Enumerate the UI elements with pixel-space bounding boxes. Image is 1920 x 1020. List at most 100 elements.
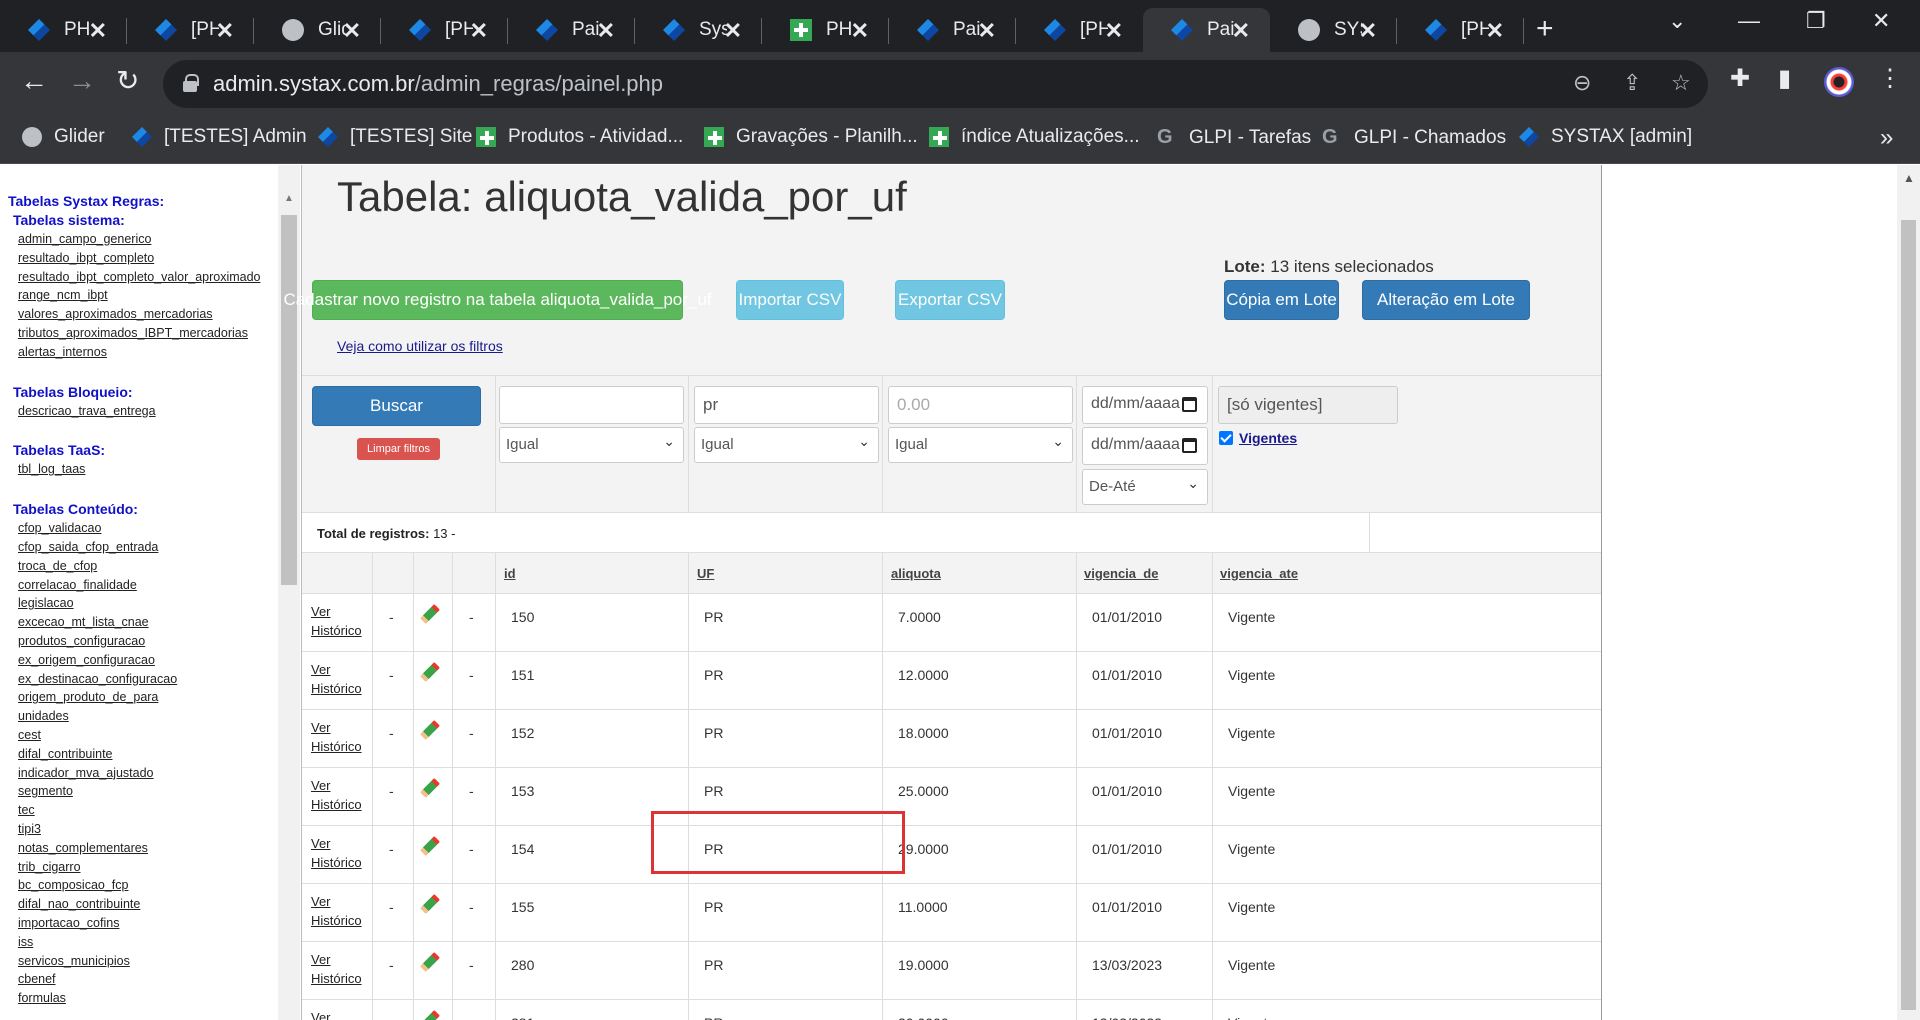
bookmark-item[interactable]: G GLPI - Tarefas	[1157, 126, 1311, 149]
tab-close-icon[interactable]: ✕	[597, 18, 615, 44]
side-panel-icon[interactable]: ▮	[1778, 64, 1791, 93]
sidebar-link[interactable]: trib_cigarro	[18, 858, 278, 877]
sidebar-link[interactable]: tributos_aproximados_IBPT_mercadorias	[18, 324, 278, 343]
bookmark-item[interactable]: SYSTAX [admin]	[1519, 126, 1692, 148]
sidebar-link[interactable]: resultado_ibpt_completo	[18, 249, 278, 268]
aliquota-filter-input[interactable]: 0.00	[888, 386, 1073, 424]
minimize-icon[interactable]: —	[1738, 8, 1760, 34]
tab-close-icon[interactable]: ✕	[1232, 18, 1250, 44]
sidebar-link[interactable]: excecao_mt_lista_cnae	[18, 613, 278, 632]
sidebar-link[interactable]: indicador_mva_ajustado	[18, 764, 278, 783]
sidebar-link[interactable]: legislacao	[18, 594, 278, 613]
checkbox-checked-icon[interactable]	[1219, 431, 1233, 445]
page-scroll-thumb[interactable]	[1901, 220, 1916, 1010]
sidebar-link[interactable]: descricao_trava_entrega	[18, 402, 278, 421]
browser-tab[interactable]: [PH ✕	[1016, 8, 1143, 52]
sidebar-link[interactable]: ex_origem_configuracao	[18, 651, 278, 670]
date-from-input[interactable]: dd/mm/aaaa	[1082, 386, 1208, 424]
uf-operator-select[interactable]: Igual ⌄	[694, 427, 879, 463]
view-history-link[interactable]: VerHistórico	[311, 892, 362, 930]
sidebar-link[interactable]: tec	[18, 801, 278, 820]
export-csv-button[interactable]: Exportar CSV	[895, 280, 1005, 320]
browser-tab[interactable]: PH ✕	[0, 8, 127, 52]
sidebar-link[interactable]: segmento	[18, 782, 278, 801]
column-header-aliquota[interactable]: aliquota	[891, 566, 941, 581]
page-scrollbar[interactable]: ▲	[1897, 165, 1920, 1020]
calendar-icon[interactable]	[1182, 438, 1197, 453]
scroll-up-icon[interactable]: ▲	[1903, 171, 1915, 185]
edit-pencil-icon[interactable]	[420, 604, 440, 624]
sidebar-scroll-thumb[interactable]	[281, 215, 297, 585]
sidebar-link[interactable]: origem_produto_de_para	[18, 688, 278, 707]
edit-pencil-icon[interactable]	[420, 836, 440, 856]
sidebar-link[interactable]: difal_contribuinte	[18, 745, 278, 764]
reload-icon[interactable]: ↻	[116, 66, 139, 96]
restore-icon[interactable]: ❐	[1806, 8, 1826, 34]
view-history-link[interactable]: VerHistórico	[311, 602, 362, 640]
vigentes-checkbox[interactable]: Vigentes	[1219, 430, 1297, 446]
browser-tab[interactable]: Glid✕	[254, 8, 381, 52]
browser-tab[interactable]: [PH ✕	[381, 8, 508, 52]
vigencia-ate-input[interactable]: [só vigentes]	[1218, 386, 1398, 424]
edit-pencil-icon[interactable]	[420, 952, 440, 972]
tab-close-icon[interactable]: ✕	[216, 18, 234, 44]
column-header-uf[interactable]: UF	[697, 566, 714, 581]
sidebar-link[interactable]: cfop_saida_cfop_entrada	[18, 538, 278, 557]
tab-close-icon[interactable]: ✕	[978, 18, 996, 44]
scroll-up-icon[interactable]: ▲	[284, 193, 294, 204]
tab-close-icon[interactable]: ✕	[89, 18, 107, 44]
bookmark-item[interactable]: índice Atualizações...	[929, 126, 1140, 148]
tab-close-icon[interactable]: ✕	[470, 18, 488, 44]
sidebar-link[interactable]: cest	[18, 726, 278, 745]
sidebar-link[interactable]: ex_destinacao_configuracao	[18, 670, 278, 689]
aliquota-operator-select[interactable]: Igual ⌄	[888, 427, 1073, 463]
sidebar-link[interactable]: resultado_ibpt_completo_valor_aproximado	[18, 268, 278, 287]
browser-tab[interactable]: Pai ✕	[889, 8, 1016, 52]
view-history-link[interactable]: VerHistórico	[311, 1008, 362, 1020]
sidebar-link[interactable]: troca_de_cfop	[18, 557, 278, 576]
bookmark-item[interactable]: Produtos - Atividad...	[476, 126, 683, 148]
date-to-input[interactable]: dd/mm/aaaa	[1082, 427, 1208, 465]
browser-tab[interactable]: Pai ✕	[508, 8, 635, 52]
sidebar-link[interactable]: admin_campo_generico	[18, 230, 278, 249]
tab-close-icon[interactable]: ✕	[1105, 18, 1123, 44]
sidebar-link[interactable]: tipi3	[18, 820, 278, 839]
view-history-link[interactable]: VerHistórico	[311, 718, 362, 756]
extensions-icon[interactable]: ✚	[1730, 64, 1750, 93]
id-filter-input[interactable]	[499, 386, 684, 424]
browser-tab[interactable]: PH ✕	[762, 8, 889, 52]
bookmark-item[interactable]: [TESTES] Site	[318, 126, 472, 148]
view-history-link[interactable]: VerHistórico	[311, 660, 362, 698]
bookmark-item[interactable]: G GLPI - Chamados	[1322, 126, 1506, 149]
bookmark-star-icon[interactable]: ☆	[1671, 70, 1691, 96]
sidebar-link[interactable]: range_ncm_ibpt	[18, 286, 278, 305]
batch-edit-button[interactable]: Alteração em Lote	[1362, 280, 1530, 320]
sidebar-link[interactable]: bc_composicao_fcp	[18, 876, 278, 895]
bookmarks-more-icon[interactable]: »	[1880, 124, 1893, 152]
sidebar-link[interactable]: servicos_municipios	[18, 952, 278, 971]
import-csv-button[interactable]: Importar CSV	[736, 280, 844, 320]
sidebar-link[interactable]: produtos_configuracao	[18, 632, 278, 651]
filters-help-link[interactable]: Veja como utilizar os filtros	[337, 338, 503, 354]
column-header-vigencia-ate[interactable]: vigencia_ate	[1220, 566, 1298, 581]
sidebar-link[interactable]: valores_aproximados_mercadorias	[18, 305, 278, 324]
edit-pencil-icon[interactable]	[420, 720, 440, 740]
bookmark-item[interactable]: Glider	[22, 126, 105, 148]
edit-pencil-icon[interactable]	[420, 778, 440, 798]
sidebar-link[interactable]: importacao_cofins	[18, 914, 278, 933]
browser-tab[interactable]: Sys ✕	[635, 8, 762, 52]
browser-tab[interactable]: [PH ✕	[127, 8, 254, 52]
clear-filters-button[interactable]: Limpar filtros	[357, 438, 440, 460]
sidebar-link[interactable]: iss	[18, 933, 278, 952]
sidebar-link[interactable]: notas_complementares	[18, 839, 278, 858]
browser-tab[interactable]: Pai ✕	[1143, 8, 1270, 52]
tab-close-icon[interactable]: ✕	[343, 18, 361, 44]
batch-copy-button[interactable]: Cópia em Lote	[1224, 280, 1339, 320]
browser-tab[interactable]: [PH ✕	[1397, 8, 1524, 52]
edit-pencil-icon[interactable]	[420, 894, 440, 914]
id-operator-select[interactable]: Igual ⌄	[499, 427, 684, 463]
sidebar-link[interactable]: alertas_internos	[18, 343, 278, 362]
view-history-link[interactable]: VerHistórico	[311, 834, 362, 872]
sidebar-link[interactable]: cfop_validacao	[18, 519, 278, 538]
edit-pencil-icon[interactable]	[420, 1010, 440, 1020]
